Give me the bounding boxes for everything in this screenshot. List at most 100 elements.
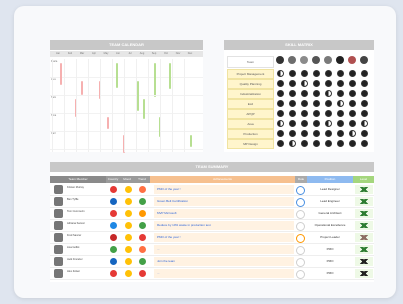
- skill-level-icon[interactable]: [313, 120, 320, 127]
- skill-level-icon[interactable]: [313, 130, 320, 137]
- summary-row[interactable]: Jack Francier Join the team PMO: [50, 256, 374, 268]
- skill-level-icon[interactable]: [301, 140, 308, 147]
- skill-level-icon[interactable]: [337, 140, 344, 147]
- achievement-link[interactable]: PMO of the year !: [154, 185, 294, 194]
- calendar-row[interactable]: Nina: [50, 113, 203, 132]
- skill-level-icon[interactable]: [313, 100, 320, 107]
- team-member-avatar[interactable]: [348, 56, 356, 64]
- skill-level-icon[interactable]: [313, 110, 320, 117]
- summary-row[interactable]: Tom Cummerin MVP Microsoft General Archite…: [50, 208, 374, 220]
- team-member-avatar[interactable]: [276, 56, 284, 64]
- skill-label: Project Management: [227, 69, 274, 79]
- summary-row[interactable]: Fred Sancer PMO of the year ! Project Lead…: [50, 232, 374, 244]
- skill-level-icon[interactable]: [313, 140, 320, 147]
- skill-level-icon[interactable]: [289, 80, 296, 87]
- skill-level-icon[interactable]: [301, 70, 308, 77]
- skill-level-icon[interactable]: [301, 120, 308, 127]
- calendar-event-bar[interactable]: [81, 81, 83, 95]
- skill-level-icon[interactable]: [361, 90, 368, 97]
- achievement-link[interactable]: Join the team: [154, 257, 294, 266]
- team-member-avatar[interactable]: [336, 56, 344, 64]
- skill-level-icon[interactable]: [277, 140, 284, 147]
- skill-level-icon[interactable]: [301, 80, 308, 87]
- team-member-avatar[interactable]: [300, 56, 308, 64]
- skill-level-icon[interactable]: [337, 130, 344, 137]
- summary-row[interactable]: Lisa Golfet... PMO: [50, 244, 374, 256]
- skill-level-icon[interactable]: [325, 140, 332, 147]
- skill-level-icon[interactable]: [349, 110, 356, 117]
- skill-level-icon[interactable]: [301, 100, 308, 107]
- calendar-grid[interactable]: Maria Alex Sam Nina Carl: [50, 51, 203, 153]
- skill-level-icon[interactable]: [277, 130, 284, 137]
- skill-level-icon[interactable]: [289, 100, 296, 107]
- skill-level-icon[interactable]: [277, 80, 284, 87]
- achievement-link[interactable]: ...: [154, 245, 294, 254]
- calendar-event-bar[interactable]: [107, 117, 109, 129]
- summary-row[interactable]: Ben Tyffle Green Belt Certification Lead E…: [50, 196, 374, 208]
- skill-level-icon[interactable]: [337, 70, 344, 77]
- skill-level-icon[interactable]: [361, 100, 368, 107]
- team-member-avatar[interactable]: [312, 56, 320, 64]
- skill-level-icon[interactable]: [325, 130, 332, 137]
- skill-level-icon[interactable]: [325, 70, 332, 77]
- skill-level-icon[interactable]: [349, 70, 356, 77]
- skill-level-icon[interactable]: [277, 90, 284, 97]
- skill-level-icon[interactable]: [289, 140, 296, 147]
- team-member-avatar[interactable]: [288, 56, 296, 64]
- skill-level-icon[interactable]: [313, 90, 320, 97]
- skill-level-icon[interactable]: [277, 120, 284, 127]
- skill-level-icon[interactable]: [313, 80, 320, 87]
- skill-level-icon[interactable]: [313, 70, 320, 77]
- skill-level-icon[interactable]: [289, 110, 296, 117]
- achievement-link[interactable]: PMO of the year !: [154, 233, 294, 242]
- skill-level-icon[interactable]: [349, 90, 356, 97]
- skill-level-icon[interactable]: [349, 140, 356, 147]
- calendar-row[interactable]: Alex: [50, 77, 203, 96]
- skill-level-icon[interactable]: [325, 100, 332, 107]
- summary-row[interactable]: Kristen Murray PMO of the year ! Lead Desi…: [50, 184, 374, 196]
- skill-level-icon[interactable]: [361, 130, 368, 137]
- skill-level-icon[interactable]: [337, 110, 344, 117]
- skill-level-icon[interactable]: [361, 110, 368, 117]
- skill-level-icon[interactable]: [349, 100, 356, 107]
- skill-level-icon[interactable]: [349, 80, 356, 87]
- skill-level-icon[interactable]: [337, 120, 344, 127]
- skill-level-icon[interactable]: [277, 110, 284, 117]
- skill-level-icon[interactable]: [337, 90, 344, 97]
- calendar-row[interactable]: Carl: [50, 131, 203, 150]
- skill-level-icon[interactable]: [361, 120, 368, 127]
- skill-level-icon[interactable]: [325, 80, 332, 87]
- skill-level-icon[interactable]: [277, 70, 284, 77]
- calendar-row[interactable]: Maria: [50, 59, 203, 78]
- achievement-link[interactable]: Green Belt Certification: [154, 197, 294, 206]
- skill-level-icon[interactable]: [337, 100, 344, 107]
- skill-level-icon[interactable]: [349, 130, 356, 137]
- skill-level-icon[interactable]: [289, 120, 296, 127]
- skill-level-icon[interactable]: [301, 90, 308, 97]
- skill-level-icon[interactable]: [301, 110, 308, 117]
- skill-level-icon[interactable]: [289, 70, 296, 77]
- skill-level-icon[interactable]: [325, 120, 332, 127]
- skill-level-icon[interactable]: [325, 110, 332, 117]
- achievement-link[interactable]: Reduce by 10% waste in production test: [154, 221, 294, 230]
- skill-level-icon[interactable]: [289, 130, 296, 137]
- position-label: Project Leader: [320, 235, 340, 239]
- skill-level-icon[interactable]: [301, 130, 308, 137]
- role-icon: [296, 258, 305, 267]
- summary-row[interactable]: Adriana Sancer Reduce by 10% waste in pro…: [50, 220, 374, 232]
- skill-level-icon[interactable]: [349, 120, 356, 127]
- team-member-avatar[interactable]: [360, 56, 368, 64]
- skill-level-icon[interactable]: [337, 80, 344, 87]
- skill-level-icon[interactable]: [361, 80, 368, 87]
- calendar-event-bar[interactable]: [190, 135, 192, 147]
- skill-level-icon[interactable]: [277, 100, 284, 107]
- skill-level-icon[interactable]: [361, 140, 368, 147]
- summary-row[interactable]: Alex Zolser... PMO: [50, 268, 374, 280]
- skill-level-icon[interactable]: [361, 70, 368, 77]
- team-member-avatar[interactable]: [324, 56, 332, 64]
- skill-level-icon[interactable]: [325, 90, 332, 97]
- achievement-link[interactable]: ...: [154, 269, 294, 278]
- skill-level-icon[interactable]: [289, 90, 296, 97]
- achievement-link[interactable]: MVP Microsoft: [154, 209, 294, 218]
- calendar-row[interactable]: Sam: [50, 95, 203, 114]
